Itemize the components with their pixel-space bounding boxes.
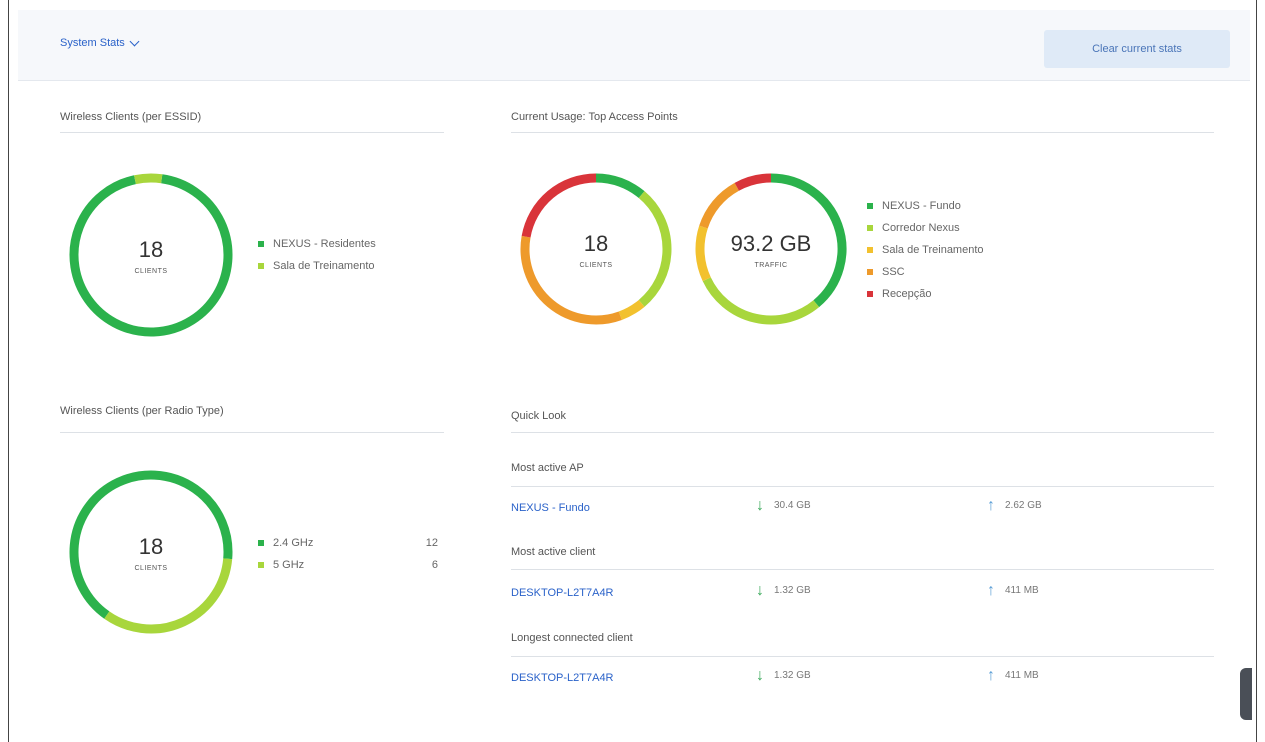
legend-label: SSC: [882, 266, 905, 278]
legend-label: NEXUS - Fundo: [882, 200, 961, 212]
ssid-client-count: 18: [139, 237, 163, 262]
donut-slice: [521, 173, 597, 238]
legend-label: Recepção: [882, 288, 932, 300]
donut-slice: [638, 191, 672, 307]
ap-panel-title: Current Usage: Top Access Points: [511, 111, 678, 123]
ap-traffic-donut-chart: 93.2 GB TRAFFIC: [695, 173, 847, 325]
ap-legend: NEXUS - Fundo Corredor Nexus Sala de Tre…: [867, 195, 984, 305]
ap-traffic-unit: TRAFFIC: [754, 262, 787, 269]
legend-item: Sala de Treinamento: [867, 239, 984, 261]
legend-label: Sala de Treinamento: [882, 244, 984, 256]
donut-slice: [702, 277, 820, 325]
upload-value: 411 MB: [1005, 585, 1039, 596]
clear-stats-button[interactable]: Clear current stats: [1044, 30, 1230, 68]
divider: [60, 132, 444, 133]
most-active-client-link[interactable]: DESKTOP-L2T7A4R: [511, 587, 614, 599]
download-stat: ↓ 1.32 GB: [756, 581, 811, 599]
radio-client-count: 18: [139, 534, 163, 559]
most-active-ap-link[interactable]: NEXUS - Fundo: [511, 502, 590, 514]
legend-label: Sala de Treinamento: [273, 260, 375, 272]
upload-value: 411 MB: [1005, 670, 1039, 681]
legend-swatch: [867, 225, 873, 231]
upload-arrow-icon: ↑: [987, 666, 995, 684]
legend-swatch: [258, 263, 264, 269]
legend-swatch: [258, 540, 264, 546]
legend-count: 6: [431, 559, 438, 571]
download-value: 30.4 GB: [774, 500, 811, 511]
donut-slice: [595, 173, 645, 199]
download-value: 1.32 GB: [774, 670, 811, 681]
legend-item: SSC: [867, 261, 984, 283]
divider: [511, 486, 1214, 487]
ap-client-count: 18: [584, 231, 608, 256]
legend-item: 2.4 GHz 12: [258, 532, 438, 554]
download-arrow-icon: ↓: [756, 496, 764, 514]
donut-slice: [618, 299, 645, 320]
system-stats-dropdown[interactable]: System Stats: [60, 36, 140, 49]
download-value: 1.32 GB: [774, 585, 811, 596]
divider: [60, 432, 444, 433]
radio-donut-chart: 18 CLIENTS: [69, 470, 233, 634]
ssid-panel-title: Wireless Clients (per ESSID): [60, 111, 202, 123]
legend-swatch: [258, 562, 264, 568]
most-active-client-label: Most active client: [511, 546, 596, 558]
legend-swatch: [867, 291, 873, 297]
upload-arrow-icon: ↑: [987, 496, 995, 514]
longest-connected-label: Longest connected client: [511, 632, 633, 644]
legend-item: NEXUS - Fundo: [867, 195, 984, 217]
donut-slice: [699, 182, 740, 229]
legend-count: 12: [425, 537, 438, 549]
legend-label: NEXUS - Residentes: [273, 238, 376, 250]
ap-clients-donut-chart: 18 CLIENTS: [520, 173, 672, 325]
upload-stat: ↑ 2.62 GB: [987, 496, 1042, 514]
divider: [511, 569, 1214, 570]
legend-swatch: [258, 241, 264, 247]
ssid-donut-chart: 18 CLIENTS: [69, 173, 233, 337]
legend-item: 5 GHz 6: [258, 554, 438, 576]
stats-header-bar: System Stats Clear current stats: [18, 10, 1250, 81]
upload-stat: ↑ 411 MB: [987, 666, 1039, 684]
ssid-legend: NEXUS - Residentes Sala de Treinamento: [258, 233, 376, 277]
divider: [511, 432, 1214, 433]
download-stat: ↓ 1.32 GB: [756, 666, 811, 684]
download-stat: ↓ 30.4 GB: [756, 496, 811, 514]
legend-swatch: [867, 203, 873, 209]
legend-item: Recepção: [867, 283, 984, 305]
legend-label: Corredor Nexus: [882, 222, 960, 234]
radio-legend: 2.4 GHz 12 5 GHz 6: [258, 532, 438, 576]
download-arrow-icon: ↓: [756, 666, 764, 684]
legend-swatch: [867, 269, 873, 275]
donut-slice: [134, 173, 163, 185]
upload-stat: ↑ 411 MB: [987, 581, 1039, 599]
legend-item: Corredor Nexus: [867, 217, 984, 239]
legend-swatch: [867, 247, 873, 253]
ap-client-unit: CLIENTS: [579, 262, 612, 269]
ssid-client-unit: CLIENTS: [134, 268, 167, 275]
upload-value: 2.62 GB: [1005, 500, 1042, 511]
scroll-handle[interactable]: [1240, 668, 1252, 720]
most-active-ap-label: Most active AP: [511, 462, 584, 474]
quick-look-title: Quick Look: [511, 410, 567, 422]
system-stats-label: System Stats: [60, 37, 125, 49]
legend-label: 5 GHz: [273, 559, 305, 571]
longest-connected-client-link[interactable]: DESKTOP-L2T7A4R: [511, 672, 614, 684]
upload-arrow-icon: ↑: [987, 581, 995, 599]
legend-item: NEXUS - Residentes: [258, 233, 376, 255]
divider: [511, 656, 1214, 657]
chevron-down-icon: [129, 36, 140, 47]
download-arrow-icon: ↓: [756, 581, 764, 599]
divider: [511, 132, 1214, 133]
radio-client-unit: CLIENTS: [134, 565, 167, 572]
donut-slice: [695, 225, 711, 282]
donut-slice: [734, 173, 772, 191]
legend-item: Sala de Treinamento: [258, 255, 376, 277]
radio-panel-title: Wireless Clients (per Radio Type): [60, 405, 224, 417]
legend-label: 2.4 GHz: [273, 537, 314, 549]
ap-traffic-value: 93.2 GB: [731, 231, 812, 256]
